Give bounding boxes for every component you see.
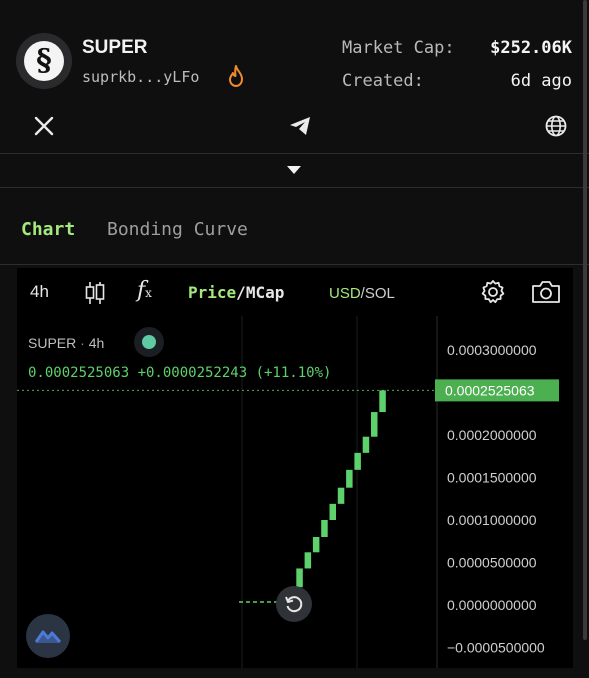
page-scrollbar[interactable] — [583, 0, 587, 640]
legend-symbol: SUPER — [28, 335, 77, 351]
legend-interval: 4h — [88, 335, 105, 351]
chart-legend-symbol: SUPER · 4h — [28, 335, 104, 351]
created-label: Created: — [342, 71, 424, 91]
candle — [321, 520, 328, 537]
usd-option[interactable]: USD — [329, 285, 361, 302]
candle — [304, 552, 312, 569]
reset-rotate-icon — [285, 596, 303, 613]
last-price-label: 0.0002525063 — [445, 382, 535, 398]
candle — [296, 568, 303, 588]
divider — [0, 264, 589, 265]
candle — [379, 390, 386, 413]
currency-toggle[interactable]: USD/SOL — [329, 285, 395, 302]
chevron-down-icon[interactable] — [287, 166, 301, 175]
token-address[interactable]: suprkb...yLFo — [82, 68, 199, 86]
market-status-indicator[interactable] — [134, 327, 164, 357]
y-axis-tick-label: 0.0003000000 — [447, 342, 537, 358]
camera-screenshot-icon[interactable] — [530, 279, 562, 305]
candle — [354, 452, 361, 470]
globe-icon[interactable] — [544, 114, 568, 138]
toggle-separator: / — [236, 283, 246, 302]
tab-bonding-curve[interactable]: Bonding Curve — [107, 219, 248, 240]
chart-legend-ohlc: 0.0002525063 +0.0000252243 (+11.10%) — [28, 365, 332, 381]
price-option[interactable]: Price — [188, 283, 236, 302]
market-cap-value: $252.06K — [490, 38, 572, 58]
tradingview-icon — [35, 630, 61, 643]
x-twitter-icon[interactable] — [32, 114, 56, 138]
indicators-fx-icon[interactable]: fx — [137, 278, 152, 303]
token-logo: § — [16, 33, 72, 89]
settings-gear-icon[interactable] — [479, 278, 507, 306]
candlestick-type-icon[interactable] — [84, 280, 106, 306]
candle — [371, 412, 378, 437]
market-cap-label: Market Cap: — [342, 38, 455, 58]
telegram-icon[interactable] — [288, 114, 312, 138]
created-value: 6d ago — [510, 71, 572, 91]
y-axis-tick-label: 0.0002000000 — [447, 427, 537, 443]
y-axis-tick-label: 0.0001500000 — [447, 470, 537, 486]
sol-option[interactable]: SOL — [365, 285, 395, 302]
reset-chart-button[interactable] — [276, 586, 312, 622]
candle — [312, 537, 320, 553]
y-axis-tick-label: 0.0000000000 — [447, 597, 537, 613]
legend-dot: · — [80, 335, 85, 351]
y-axis-tick-label: 0.0000500000 — [447, 555, 537, 571]
interval-selector[interactable]: 4h — [30, 282, 49, 302]
divider — [0, 187, 589, 188]
y-axis-tick-label: −0.0000500000 — [447, 640, 545, 656]
tab-chart[interactable]: Chart — [21, 219, 75, 240]
y-axis-tick-label: 0.0001000000 — [447, 512, 537, 528]
mcap-option[interactable]: MCap — [246, 283, 285, 302]
candle — [362, 436, 370, 453]
status-dot-icon — [142, 335, 156, 349]
candle — [329, 503, 336, 520]
candle — [346, 469, 353, 488]
divider — [0, 153, 589, 154]
token-logo-glyph: § — [24, 41, 64, 81]
price-mcap-toggle[interactable]: Price/MCap — [188, 283, 284, 302]
fire-icon — [229, 65, 243, 87]
tradingview-logo-button[interactable] — [26, 614, 70, 658]
token-name: SUPER — [82, 37, 148, 58]
candle — [337, 487, 345, 504]
